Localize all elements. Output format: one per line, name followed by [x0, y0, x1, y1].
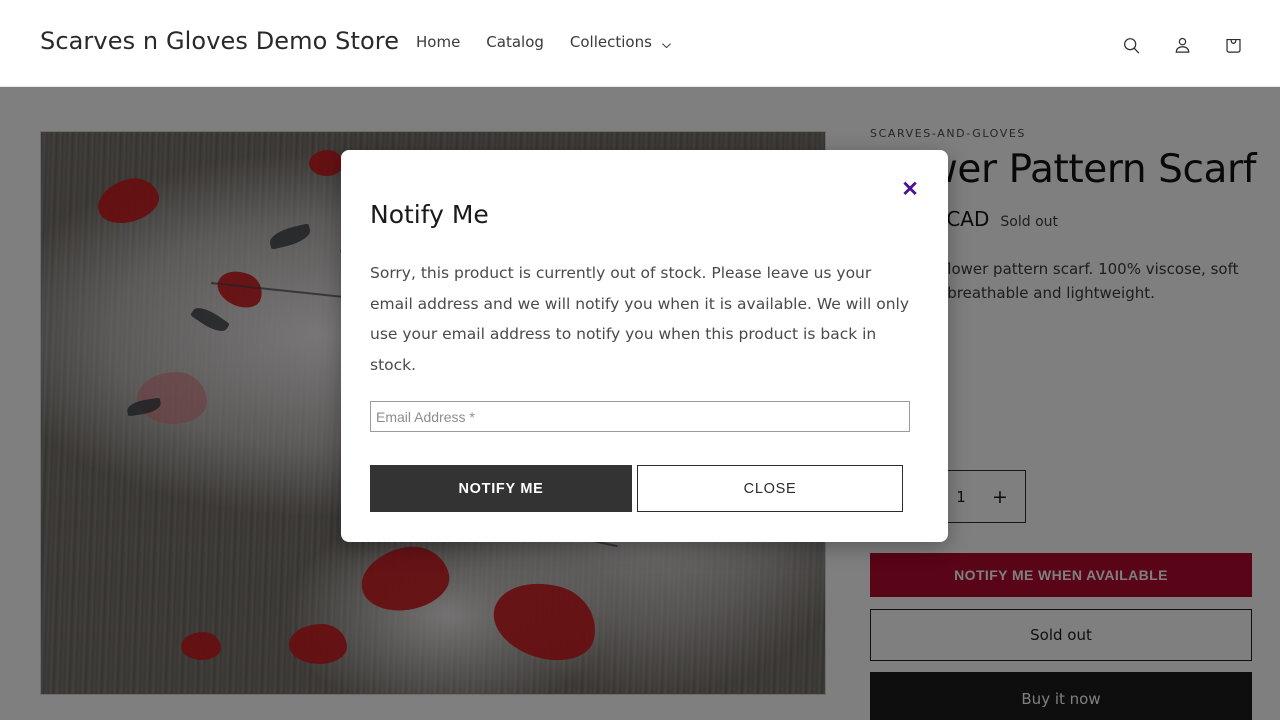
account-icon[interactable]: [1165, 28, 1199, 62]
search-icon[interactable]: [1114, 28, 1148, 62]
modal-actions: NOTIFY ME CLOSE: [370, 465, 903, 512]
product-page: Scarves n Gloves Demo Store Home Catalog…: [0, 0, 1280, 720]
notify-me-submit-button[interactable]: NOTIFY ME: [370, 465, 632, 512]
chevron-down-icon: [661, 37, 672, 48]
email-field[interactable]: [370, 401, 910, 432]
site-header: Scarves n Gloves Demo Store Home Catalog…: [0, 0, 1280, 87]
header-icon-group: [1114, 28, 1250, 62]
main-navigation: Home Catalog Collections: [416, 33, 672, 51]
store-name-link[interactable]: Scarves n Gloves Demo Store: [40, 27, 399, 55]
nav-item-home[interactable]: Home: [416, 33, 460, 51]
close-icon[interactable]: ✕: [897, 176, 923, 202]
nav-item-catalog[interactable]: Catalog: [486, 33, 544, 51]
notify-me-modal: ✕ Notify Me Sorry, this product is curre…: [341, 150, 948, 542]
modal-description: Sorry, this product is currently out of …: [370, 264, 910, 375]
cart-icon[interactable]: [1216, 28, 1250, 62]
close-modal-button[interactable]: CLOSE: [637, 465, 903, 512]
nav-item-collections[interactable]: Collections: [570, 33, 672, 51]
nav-item-collections-label: Collections: [569, 33, 652, 51]
modal-title: Notify Me: [370, 200, 489, 229]
